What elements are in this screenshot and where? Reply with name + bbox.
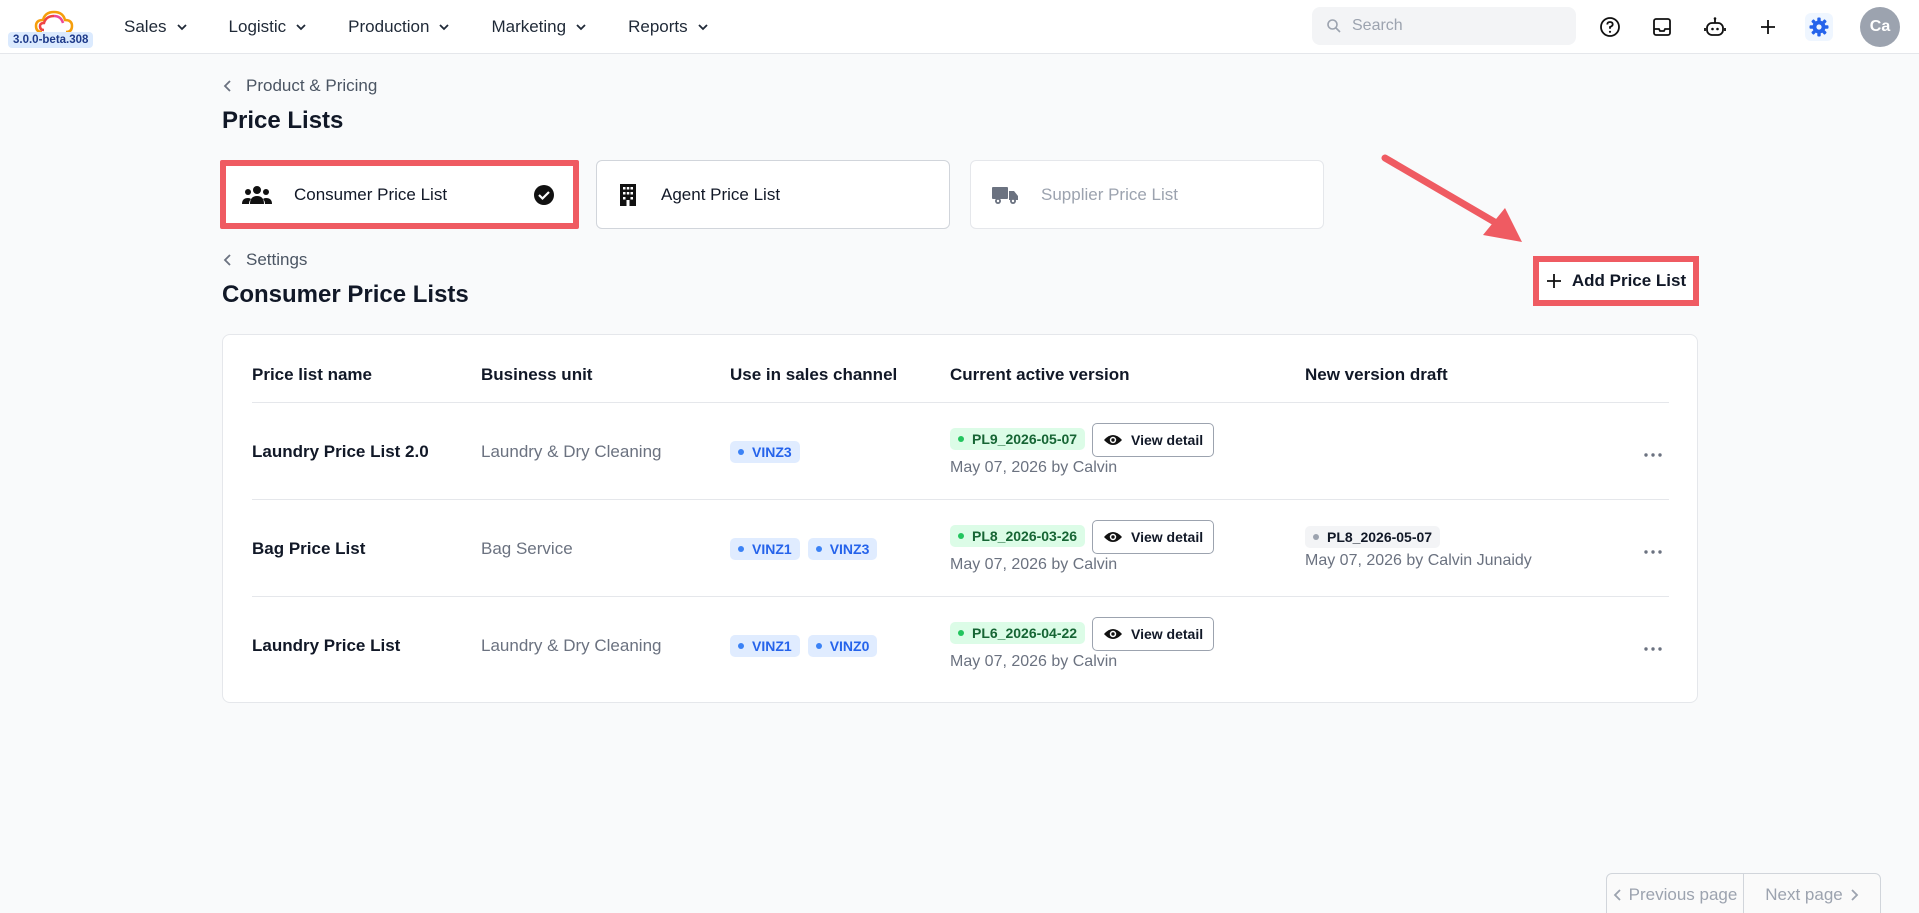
row-3-channels: VINZ1 VINZ0	[730, 635, 878, 657]
chevron-down-icon	[176, 24, 187, 31]
row-3-active-version: PL6_2026-04-22	[950, 622, 1086, 644]
row-1-view-detail-button[interactable]: View detail	[1092, 423, 1215, 457]
create-button[interactable]	[1754, 13, 1782, 41]
row-divider	[252, 499, 1669, 500]
version-badge: PL6_2026-04-22	[950, 622, 1086, 644]
nav-reports[interactable]: Reports	[628, 17, 710, 37]
chevron-left-icon	[223, 254, 231, 266]
price-list-table: Price list name Business unit Use in sal…	[222, 334, 1698, 703]
row-3-active-meta: May 07, 2026 by Calvin	[950, 653, 1118, 670]
row-2-active-version: PL8_2026-03-26	[950, 525, 1086, 547]
breadcrumb-settings[interactable]: Settings	[222, 250, 307, 270]
tab-supplier-price-list[interactable]: Supplier Price List	[970, 160, 1324, 229]
check-circle-icon	[534, 184, 554, 205]
channel-badge: VINZ3	[730, 441, 800, 463]
row-1-channels: VINZ3	[730, 441, 800, 463]
row-3-name[interactable]: Laundry Price List	[252, 636, 400, 656]
row-1-more-button[interactable]	[1641, 445, 1665, 465]
channel-badge: VINZ1	[730, 635, 800, 657]
more-horizontal-icon	[1644, 453, 1662, 457]
row-1-active-version: PL9_2026-05-07	[950, 428, 1086, 450]
row-2-active-meta: May 07, 2026 by Calvin	[950, 556, 1118, 573]
more-horizontal-icon	[1644, 550, 1662, 554]
inbox-button[interactable]	[1648, 13, 1676, 41]
version-badge: 3.0.0-beta.308	[8, 32, 94, 48]
nav-sales[interactable]: Sales	[124, 17, 189, 37]
column-header-business-unit: Business unit	[481, 365, 593, 384]
truck-icon	[992, 186, 1018, 204]
search-box[interactable]	[1312, 7, 1576, 45]
section-title: Consumer Price Lists	[222, 281, 469, 308]
robot-icon	[1704, 17, 1726, 36]
nav-marketing[interactable]: Marketing	[491, 17, 588, 37]
row-3-view-detail-button[interactable]: View detail	[1092, 617, 1215, 651]
plus-icon	[1761, 20, 1775, 34]
row-2-channels: VINZ1 VINZ3	[730, 538, 878, 560]
chevron-down-icon	[576, 24, 586, 31]
tab-agent-price-list[interactable]: Agent Price List	[596, 160, 950, 229]
column-header-name: Price list name	[252, 365, 373, 384]
header-divider	[252, 402, 1669, 403]
column-header-draft: New version draft	[1305, 365, 1448, 384]
previous-page-button[interactable]: Previous page	[1607, 874, 1744, 913]
tab-consumer-price-list[interactable]: Consumer Price List	[220, 160, 579, 229]
app-logo[interactable]: 3.0.0-beta.308	[8, 8, 96, 52]
row-2-name[interactable]: Bag Price List	[252, 539, 365, 559]
row-1-active-meta: May 07, 2026 by Calvin	[950, 459, 1118, 476]
version-badge: PL8_2026-03-26	[950, 525, 1086, 547]
annotation-arrow-icon	[1381, 154, 1522, 242]
column-header-active-version: Current active version	[950, 365, 1130, 384]
eye-icon	[1104, 629, 1122, 639]
draft-version-badge: PL8_2026-05-07	[1305, 526, 1441, 548]
chevron-down-icon	[697, 24, 708, 31]
row-2-draft-version: PL8_2026-05-07	[1305, 526, 1441, 548]
help-button[interactable]	[1596, 13, 1624, 41]
help-icon	[1600, 17, 1620, 37]
gear-icon	[1809, 17, 1829, 37]
search-icon	[1327, 19, 1341, 33]
version-badge: PL9_2026-05-07	[950, 428, 1086, 450]
channel-badge: VINZ1	[730, 538, 800, 560]
user-avatar[interactable]: Ca	[1860, 7, 1900, 47]
channel-badge: VINZ3	[807, 538, 878, 560]
row-1-business-unit: Laundry & Dry Cleaning	[481, 442, 662, 461]
column-header-sales-channel: Use in sales channel	[730, 365, 898, 384]
settings-button[interactable]	[1805, 13, 1833, 41]
chevron-down-icon	[439, 24, 450, 31]
eye-icon	[1104, 435, 1122, 445]
row-divider	[252, 596, 1669, 597]
inbox-icon	[1653, 18, 1671, 36]
channel-badge: VINZ0	[807, 635, 878, 657]
next-page-button[interactable]: Next page	[1744, 874, 1880, 913]
row-3-business-unit: Laundry & Dry Cleaning	[481, 636, 662, 655]
page-title: Price Lists	[222, 107, 344, 134]
chevron-left-icon	[223, 80, 231, 92]
top-navbar: 3.0.0-beta.308 Sales Logistic Production…	[0, 0, 1919, 54]
chevron-right-icon	[1851, 889, 1859, 901]
pagination: Previous page Next page	[1606, 873, 1881, 913]
row-2-business-unit: Bag Service	[481, 539, 573, 558]
row-1-name[interactable]: Laundry Price List 2.0	[252, 442, 429, 462]
row-2-draft-meta: May 07, 2026 by Calvin Junaidy	[1305, 552, 1532, 569]
add-price-list-button[interactable]: Add Price List	[1533, 256, 1699, 306]
search-input[interactable]	[1352, 17, 1572, 35]
users-icon	[242, 185, 272, 204]
building-icon	[620, 183, 636, 206]
chevron-down-icon	[296, 24, 306, 31]
breadcrumb-back[interactable]: Product & Pricing	[222, 76, 377, 96]
nav-logistic[interactable]: Logistic	[229, 17, 309, 37]
main-nav: Sales Logistic Production Marketing Repo…	[124, 0, 750, 54]
nav-production[interactable]: Production	[348, 17, 451, 37]
row-2-view-detail-button[interactable]: View detail	[1092, 520, 1215, 554]
plus-icon	[1546, 274, 1561, 288]
eye-icon	[1104, 532, 1122, 542]
assistant-button[interactable]	[1701, 13, 1729, 41]
row-2-more-button[interactable]	[1641, 542, 1665, 562]
row-3-more-button[interactable]	[1641, 639, 1665, 659]
chevron-left-icon	[1613, 889, 1621, 901]
more-horizontal-icon	[1644, 647, 1662, 651]
